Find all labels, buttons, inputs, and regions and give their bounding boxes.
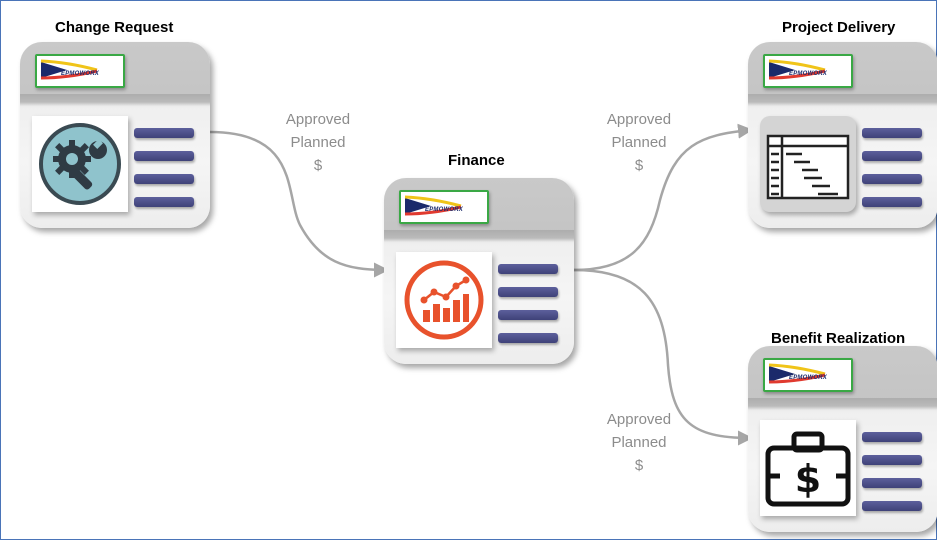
content-bar <box>862 151 922 161</box>
content-bars <box>498 264 558 356</box>
gantt-table-icon <box>766 134 850 200</box>
edge-label-finance-to-benefit: Approved Planned $ <box>606 411 672 474</box>
money-briefcase-icon: $ <box>765 431 851 507</box>
epmoworx-logo: EPMOWORX <box>399 190 489 224</box>
content-bar <box>862 455 922 465</box>
content-bar <box>498 310 558 320</box>
content-bar <box>134 151 194 161</box>
content-bar <box>862 478 922 488</box>
content-bars <box>134 128 194 220</box>
icon-panel: $ <box>760 420 856 516</box>
gear-wrench-icon <box>39 123 121 205</box>
epmoworx-logo: EPMOWORX <box>35 54 125 88</box>
content-bar <box>134 174 194 184</box>
icon-panel <box>760 116 856 212</box>
content-bar <box>862 432 922 442</box>
logo-text: EPMOWORX <box>425 207 463 213</box>
benefit-realization-card[interactable]: EPMOWORX $ <box>748 346 937 532</box>
edge-label-change-to-finance: Approved Planned $ <box>285 111 351 174</box>
finance-card[interactable]: EPMOWORX <box>384 178 574 364</box>
change-request-title: Change Request <box>55 19 174 36</box>
edge-label-finance-to-delivery: Approved Planned $ <box>606 111 672 174</box>
content-bar <box>862 501 922 511</box>
icon-panel <box>32 116 128 212</box>
change-request-card[interactable]: EPMOWORX <box>20 42 210 228</box>
content-bar <box>498 333 558 343</box>
content-bar <box>134 128 194 138</box>
benefit-realization-title: Benefit Realization <box>771 330 906 347</box>
logo-text: EPMOWORX <box>61 71 99 77</box>
chart-growth-icon <box>404 260 484 340</box>
epmoworx-logo: EPMOWORX <box>763 358 853 392</box>
content-bar <box>134 197 194 207</box>
content-bar <box>862 197 922 207</box>
epmoworx-logo: EPMOWORX <box>763 54 853 88</box>
project-delivery-title: Project Delivery <box>782 19 896 36</box>
icon-panel <box>396 252 492 348</box>
content-bar <box>498 264 558 274</box>
svg-text:$: $ <box>795 457 821 501</box>
finance-title: Finance <box>448 152 505 169</box>
content-bars <box>862 128 922 220</box>
content-bars <box>862 432 922 524</box>
content-bar <box>862 174 922 184</box>
content-bar <box>862 128 922 138</box>
logo-text: EPMOWORX <box>789 71 827 77</box>
content-bar <box>498 287 558 297</box>
logo-text: EPMOWORX <box>789 375 827 381</box>
project-delivery-card[interactable]: EPMOWORX <box>748 42 937 228</box>
